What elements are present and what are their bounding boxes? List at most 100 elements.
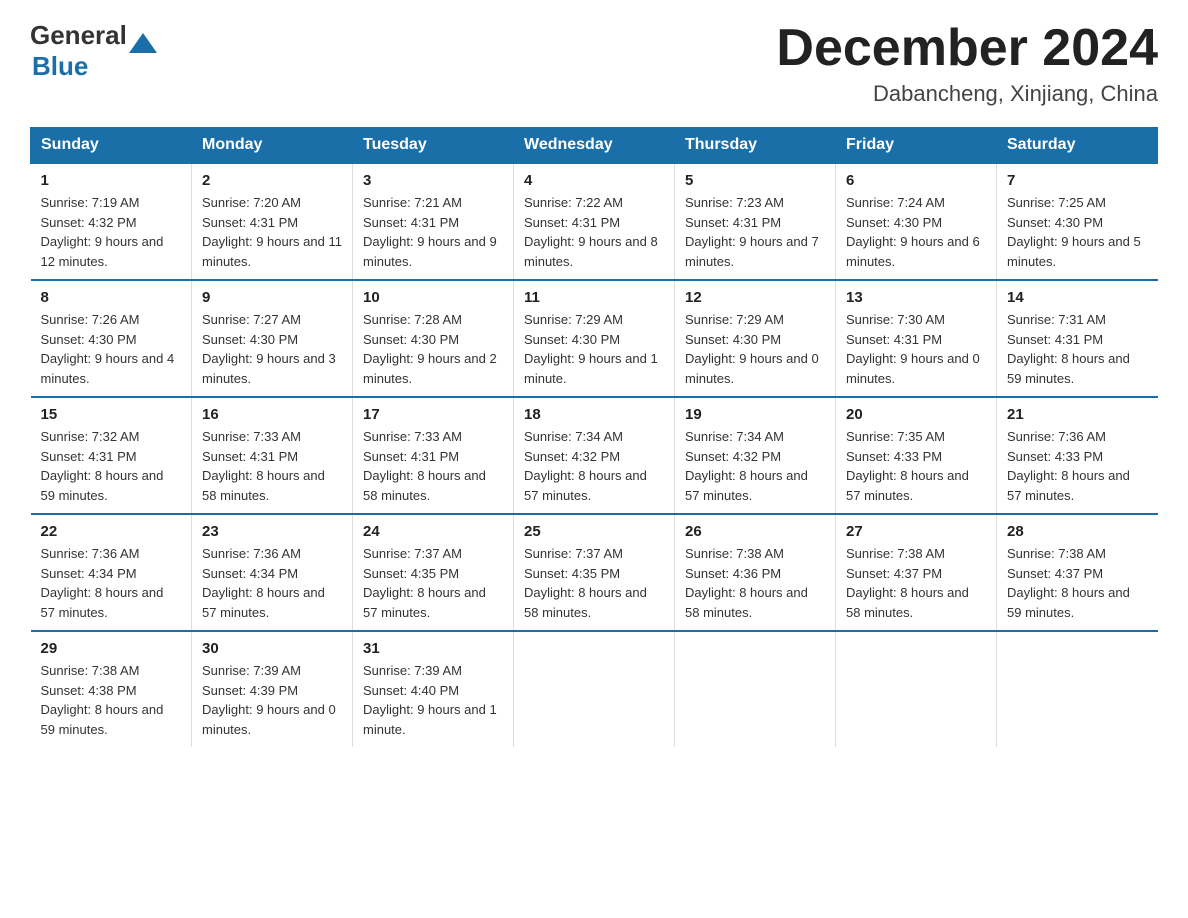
day-info: Sunrise: 7:37 AMSunset: 4:35 PMDaylight:… bbox=[524, 546, 647, 620]
day-info: Sunrise: 7:38 AMSunset: 4:36 PMDaylight:… bbox=[685, 546, 808, 620]
calendar-cell: 10 Sunrise: 7:28 AMSunset: 4:30 PMDaylig… bbox=[353, 280, 514, 397]
calendar-cell: 30 Sunrise: 7:39 AMSunset: 4:39 PMDaylig… bbox=[192, 631, 353, 747]
calendar-week-row: 22 Sunrise: 7:36 AMSunset: 4:34 PMDaylig… bbox=[31, 514, 1158, 631]
calendar-cell: 15 Sunrise: 7:32 AMSunset: 4:31 PMDaylig… bbox=[31, 397, 192, 514]
day-info: Sunrise: 7:38 AMSunset: 4:38 PMDaylight:… bbox=[41, 663, 164, 737]
day-info: Sunrise: 7:33 AMSunset: 4:31 PMDaylight:… bbox=[363, 429, 486, 503]
day-number: 7 bbox=[1007, 172, 1148, 189]
day-number: 6 bbox=[846, 172, 986, 189]
day-number: 15 bbox=[41, 406, 182, 423]
day-number: 3 bbox=[363, 172, 503, 189]
title-area: December 2024 Dabancheng, Xinjiang, Chin… bbox=[776, 20, 1158, 107]
calendar-cell: 5 Sunrise: 7:23 AMSunset: 4:31 PMDayligh… bbox=[675, 163, 836, 280]
day-info: Sunrise: 7:33 AMSunset: 4:31 PMDaylight:… bbox=[202, 429, 325, 503]
logo: General Blue bbox=[30, 20, 157, 82]
day-number: 31 bbox=[363, 640, 503, 657]
day-info: Sunrise: 7:23 AMSunset: 4:31 PMDaylight:… bbox=[685, 195, 819, 269]
calendar-cell: 23 Sunrise: 7:36 AMSunset: 4:34 PMDaylig… bbox=[192, 514, 353, 631]
weekday-header-thursday: Thursday bbox=[675, 128, 836, 164]
day-number: 12 bbox=[685, 289, 825, 306]
calendar-table: SundayMondayTuesdayWednesdayThursdayFrid… bbox=[30, 127, 1158, 747]
calendar-cell bbox=[675, 631, 836, 747]
calendar-cell: 24 Sunrise: 7:37 AMSunset: 4:35 PMDaylig… bbox=[353, 514, 514, 631]
logo-general-text: General bbox=[30, 20, 127, 51]
day-info: Sunrise: 7:34 AMSunset: 4:32 PMDaylight:… bbox=[524, 429, 647, 503]
day-info: Sunrise: 7:36 AMSunset: 4:33 PMDaylight:… bbox=[1007, 429, 1130, 503]
day-info: Sunrise: 7:35 AMSunset: 4:33 PMDaylight:… bbox=[846, 429, 969, 503]
calendar-cell: 25 Sunrise: 7:37 AMSunset: 4:35 PMDaylig… bbox=[514, 514, 675, 631]
calendar-week-row: 15 Sunrise: 7:32 AMSunset: 4:31 PMDaylig… bbox=[31, 397, 1158, 514]
day-number: 10 bbox=[363, 289, 503, 306]
day-info: Sunrise: 7:26 AMSunset: 4:30 PMDaylight:… bbox=[41, 312, 175, 386]
weekday-header-wednesday: Wednesday bbox=[514, 128, 675, 164]
calendar-week-row: 1 Sunrise: 7:19 AMSunset: 4:32 PMDayligh… bbox=[31, 163, 1158, 280]
day-number: 20 bbox=[846, 406, 986, 423]
day-number: 1 bbox=[41, 172, 182, 189]
calendar-cell bbox=[836, 631, 997, 747]
calendar-cell: 14 Sunrise: 7:31 AMSunset: 4:31 PMDaylig… bbox=[997, 280, 1158, 397]
calendar-cell bbox=[997, 631, 1158, 747]
month-title: December 2024 bbox=[776, 20, 1158, 77]
day-info: Sunrise: 7:39 AMSunset: 4:39 PMDaylight:… bbox=[202, 663, 336, 737]
day-number: 13 bbox=[846, 289, 986, 306]
calendar-cell: 27 Sunrise: 7:38 AMSunset: 4:37 PMDaylig… bbox=[836, 514, 997, 631]
day-info: Sunrise: 7:29 AMSunset: 4:30 PMDaylight:… bbox=[685, 312, 819, 386]
calendar-cell: 29 Sunrise: 7:38 AMSunset: 4:38 PMDaylig… bbox=[31, 631, 192, 747]
calendar-cell: 19 Sunrise: 7:34 AMSunset: 4:32 PMDaylig… bbox=[675, 397, 836, 514]
calendar-cell: 6 Sunrise: 7:24 AMSunset: 4:30 PMDayligh… bbox=[836, 163, 997, 280]
day-info: Sunrise: 7:36 AMSunset: 4:34 PMDaylight:… bbox=[202, 546, 325, 620]
day-info: Sunrise: 7:21 AMSunset: 4:31 PMDaylight:… bbox=[363, 195, 497, 269]
day-number: 18 bbox=[524, 406, 664, 423]
calendar-cell: 22 Sunrise: 7:36 AMSunset: 4:34 PMDaylig… bbox=[31, 514, 192, 631]
weekday-header-saturday: Saturday bbox=[997, 128, 1158, 164]
day-number: 4 bbox=[524, 172, 664, 189]
calendar-cell: 20 Sunrise: 7:35 AMSunset: 4:33 PMDaylig… bbox=[836, 397, 997, 514]
calendar-cell: 13 Sunrise: 7:30 AMSunset: 4:31 PMDaylig… bbox=[836, 280, 997, 397]
calendar-cell: 4 Sunrise: 7:22 AMSunset: 4:31 PMDayligh… bbox=[514, 163, 675, 280]
day-info: Sunrise: 7:37 AMSunset: 4:35 PMDaylight:… bbox=[363, 546, 486, 620]
day-info: Sunrise: 7:32 AMSunset: 4:31 PMDaylight:… bbox=[41, 429, 164, 503]
calendar-cell: 9 Sunrise: 7:27 AMSunset: 4:30 PMDayligh… bbox=[192, 280, 353, 397]
calendar-cell: 2 Sunrise: 7:20 AMSunset: 4:31 PMDayligh… bbox=[192, 163, 353, 280]
weekday-header-sunday: Sunday bbox=[31, 128, 192, 164]
day-number: 29 bbox=[41, 640, 182, 657]
day-number: 24 bbox=[363, 523, 503, 540]
day-number: 23 bbox=[202, 523, 342, 540]
day-number: 27 bbox=[846, 523, 986, 540]
day-info: Sunrise: 7:34 AMSunset: 4:32 PMDaylight:… bbox=[685, 429, 808, 503]
day-number: 26 bbox=[685, 523, 825, 540]
calendar-cell: 26 Sunrise: 7:38 AMSunset: 4:36 PMDaylig… bbox=[675, 514, 836, 631]
day-number: 22 bbox=[41, 523, 182, 540]
calendar-cell: 16 Sunrise: 7:33 AMSunset: 4:31 PMDaylig… bbox=[192, 397, 353, 514]
calendar-cell: 3 Sunrise: 7:21 AMSunset: 4:31 PMDayligh… bbox=[353, 163, 514, 280]
day-number: 28 bbox=[1007, 523, 1148, 540]
day-info: Sunrise: 7:36 AMSunset: 4:34 PMDaylight:… bbox=[41, 546, 164, 620]
day-info: Sunrise: 7:38 AMSunset: 4:37 PMDaylight:… bbox=[846, 546, 969, 620]
day-number: 16 bbox=[202, 406, 342, 423]
day-info: Sunrise: 7:24 AMSunset: 4:30 PMDaylight:… bbox=[846, 195, 980, 269]
calendar-cell: 21 Sunrise: 7:36 AMSunset: 4:33 PMDaylig… bbox=[997, 397, 1158, 514]
location-subtitle: Dabancheng, Xinjiang, China bbox=[776, 81, 1158, 107]
day-number: 8 bbox=[41, 289, 182, 306]
logo-blue-text: Blue bbox=[32, 51, 88, 82]
calendar-cell: 28 Sunrise: 7:38 AMSunset: 4:37 PMDaylig… bbox=[997, 514, 1158, 631]
day-info: Sunrise: 7:28 AMSunset: 4:30 PMDaylight:… bbox=[363, 312, 497, 386]
weekday-header-friday: Friday bbox=[836, 128, 997, 164]
day-info: Sunrise: 7:19 AMSunset: 4:32 PMDaylight:… bbox=[41, 195, 164, 269]
day-number: 14 bbox=[1007, 289, 1148, 306]
day-number: 21 bbox=[1007, 406, 1148, 423]
calendar-cell: 8 Sunrise: 7:26 AMSunset: 4:30 PMDayligh… bbox=[31, 280, 192, 397]
calendar-cell: 1 Sunrise: 7:19 AMSunset: 4:32 PMDayligh… bbox=[31, 163, 192, 280]
calendar-week-row: 29 Sunrise: 7:38 AMSunset: 4:38 PMDaylig… bbox=[31, 631, 1158, 747]
day-info: Sunrise: 7:27 AMSunset: 4:30 PMDaylight:… bbox=[202, 312, 336, 386]
day-number: 25 bbox=[524, 523, 664, 540]
calendar-cell: 18 Sunrise: 7:34 AMSunset: 4:32 PMDaylig… bbox=[514, 397, 675, 514]
calendar-cell: 7 Sunrise: 7:25 AMSunset: 4:30 PMDayligh… bbox=[997, 163, 1158, 280]
day-number: 5 bbox=[685, 172, 825, 189]
calendar-cell bbox=[514, 631, 675, 747]
logo-arrow-icon bbox=[129, 33, 157, 53]
day-info: Sunrise: 7:20 AMSunset: 4:31 PMDaylight:… bbox=[202, 195, 342, 269]
day-number: 9 bbox=[202, 289, 342, 306]
day-info: Sunrise: 7:38 AMSunset: 4:37 PMDaylight:… bbox=[1007, 546, 1130, 620]
weekday-header-row: SundayMondayTuesdayWednesdayThursdayFrid… bbox=[31, 128, 1158, 164]
